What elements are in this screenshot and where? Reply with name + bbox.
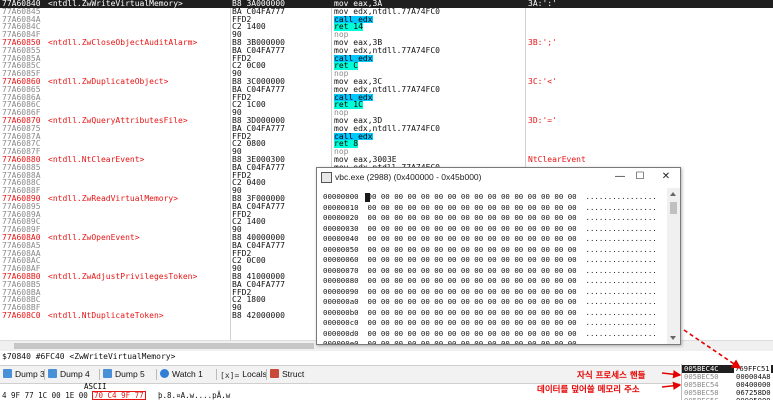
locals-icon: [x]=	[220, 371, 240, 380]
hex-row[interactable]: 000000c0 00 00 00 00 00 00 00 00 00 00 0…	[323, 318, 657, 329]
hex-row[interactable]: 000000b0 00 00 00 00 00 00 00 00 00 00 0…	[323, 308, 657, 319]
tab-divider	[44, 369, 45, 380]
dump-ascii-text: þ.8.¤A.w....pÄ.w	[158, 391, 231, 400]
instruction-comment: 3A:':'	[528, 0, 557, 8]
opcode-bytes: B8 42000000	[232, 311, 285, 320]
tab-label: Struct	[282, 369, 305, 379]
tab-struct[interactable]: Struct	[270, 366, 304, 383]
window-titlebar[interactable]: vbc.exe (2988) (0x400000 - 0x45b000) — ☐…	[317, 168, 680, 186]
tab-watch-1[interactable]: Watch 1	[160, 366, 203, 383]
tab-divider	[156, 369, 157, 380]
symbol-label: <ntdll.NtDuplicateToken>	[48, 311, 164, 320]
tab-label: Dump 4	[60, 369, 90, 379]
struct-icon	[270, 369, 279, 378]
instruction-comment: NtClearEvent	[528, 155, 586, 164]
disasm-row[interactable]: 77A60875 BA C04FA777 mov edx,ntdll.77A74FC…	[0, 124, 773, 133]
disasm-row[interactable]: 77A6084C C2 1400 ret 14	[0, 23, 773, 32]
hex-row[interactable]: 00000030 00 00 00 00 00 00 00 00 00 00 0…	[323, 224, 657, 235]
disasm-row[interactable]: 77A6085A FFD2 call edx	[0, 54, 773, 63]
close-button[interactable]: ✕	[660, 171, 672, 183]
stack-address: 005BEC5C	[684, 396, 719, 400]
tab-locals[interactable]: [x]= Locals	[220, 366, 267, 383]
tab-label: Dump 3	[15, 369, 45, 379]
hex-viewer-window[interactable]: vbc.exe (2988) (0x400000 - 0x45b000) — ☐…	[316, 167, 681, 345]
instruction-comment: 3D:'='	[528, 116, 557, 125]
symbol-label: <ntdll.ZwCloseObjectAuditAlarm>	[48, 38, 198, 47]
hex-row[interactable]: 00000070 00 00 00 00 00 00 00 00 00 00 0…	[323, 266, 657, 277]
dump-icon	[103, 369, 112, 378]
app-icon	[321, 172, 332, 183]
disasm-row[interactable]: 77A6086A FFD2 call edx	[0, 93, 773, 102]
instruction-address: 77A608C0	[2, 311, 41, 320]
watch-icon	[160, 369, 169, 378]
symbol-label: <ntdll.ZwOpenEvent>	[48, 233, 140, 242]
dump-header: ASCII	[0, 383, 300, 391]
symbol-label: <ntdll.ZwDuplicateObject>	[48, 77, 169, 86]
tab-dump-4[interactable]: Dump 4	[48, 366, 90, 383]
hex-row[interactable]: 00000020 00 00 00 00 00 00 00 00 00 00 0…	[323, 213, 657, 224]
hex-row[interactable]: 000000e0 00 00 00 00 00 00 00 00 00 00 0…	[323, 339, 657, 344]
tab-divider	[99, 369, 100, 380]
disasm-row[interactable]: 77A6086C C2 1C00 ret 1C	[0, 101, 773, 110]
window-title: vbc.exe (2988) (0x400000 - 0x45b000)	[335, 172, 482, 182]
dump-bytes-text: 4 9F 77 1C 00 1E 00	[2, 391, 88, 400]
hex-row[interactable]: 00000010 00 00 00 00 00 00 00 00 00 00 0…	[323, 203, 657, 214]
dump-highlighted-bytes: 70 C4 9F 77	[92, 391, 146, 400]
tab-dump-3[interactable]: Dump 3	[3, 366, 45, 383]
tab-label: Dump 5	[115, 369, 145, 379]
address-info-line: $70840 #6FC40 <ZwWriteVirtualMemory>	[2, 352, 176, 361]
hex-row[interactable]: 00000090 00 00 00 00 00 00 00 00 00 00 0…	[323, 287, 657, 298]
symbol-label: <ntdll.ZwWriteVirtualMemory>	[48, 0, 183, 8]
instruction-comment: 3B:';'	[528, 38, 557, 47]
disasm-row[interactable]: 77A6085C C2 0C00 ret C	[0, 62, 773, 71]
hex-dump-area[interactable]: 00000000 00 00 00 00 00 00 00 00 00 00 0…	[317, 188, 665, 344]
disasm-row[interactable]: 77A60845 BA C04FA777 mov edx,ntdll.77A74FC…	[0, 7, 773, 16]
scrollbar-thumb[interactable]	[670, 202, 677, 214]
stack-panel[interactable]: 005BEC4C 769FFC51 005BEC50 000004A8 005BEC54…	[681, 364, 773, 400]
hex-row[interactable]: 000000d0 00 00 00 00 00 00 00 00 00 00 0…	[323, 329, 657, 340]
disasm-row[interactable]: 77A60855 BA C04FA777 mov edx,ntdll.77A74FC…	[0, 46, 773, 55]
scrollbar-thumb[interactable]	[14, 343, 314, 349]
tab-label: Watch 1	[172, 369, 203, 379]
dump-icon	[3, 369, 12, 378]
ascii-column-header: ASCII	[84, 382, 107, 391]
address-arrow	[661, 381, 682, 390]
dump-icon	[48, 369, 57, 378]
tab-label: Locals	[242, 369, 267, 379]
hex-vertical-scrollbar[interactable]	[667, 188, 680, 344]
disasm-row[interactable]: 77A60865 BA C04FA777 mov edx,ntdll.77A74FC…	[0, 85, 773, 94]
annotation-child-process-handle: 자식 프로세스 핸들	[577, 371, 646, 381]
tab-divider	[216, 369, 217, 380]
disasm-row[interactable]: 77A6084A FFD2 call edx	[0, 15, 773, 24]
maximize-button[interactable]: ☐	[634, 171, 646, 183]
symbol-label: <ntdll.NtClearEvent>	[48, 155, 145, 164]
minimize-button[interactable]: —	[614, 171, 626, 183]
dump-row[interactable]: 4 9F 77 1C 00 1E 00 70 C4 9F 77 þ.8.¤A.w…	[0, 391, 300, 400]
hex-row[interactable]: 00000060 00 00 00 00 00 00 00 00 00 00 0…	[323, 255, 657, 266]
symbol-label: <ntdll.ZwAdjustPrivilegesToken>	[48, 272, 198, 281]
disasm-row[interactable]: 77A6087C C2 0800 ret 8	[0, 140, 773, 149]
hex-row[interactable]: 000000a0 00 00 00 00 00 00 00 00 00 00 0…	[323, 297, 657, 308]
hex-row[interactable]: 00000050 00 00 00 00 00 00 00 00 00 00 0…	[323, 245, 657, 256]
hex-row[interactable]: 00000080 00 00 00 00 00 00 00 00 00 00 0…	[323, 276, 657, 287]
scroll-down-arrow-icon[interactable]	[670, 336, 676, 340]
symbol-label: <ntdll.ZwReadVirtualMemory>	[48, 194, 179, 203]
annotation-overwrite-memory-address: 데이터를 덮어쓸 메모리 주소	[537, 385, 640, 395]
tab-dump-5[interactable]: Dump 5	[103, 366, 145, 383]
text-cursor	[365, 193, 370, 202]
tab-divider	[266, 369, 267, 380]
instruction-comment: 3C:'<'	[528, 77, 557, 86]
scroll-up-arrow-icon[interactable]	[670, 192, 676, 196]
hex-row[interactable]: 00000040 00 00 00 00 00 00 00 00 00 00 0…	[323, 234, 657, 245]
symbol-label: <ntdll.ZwQueryAttributesFile>	[48, 116, 188, 125]
hex-row[interactable]: 00000000 00 00 00 00 00 00 00 00 00 00 0…	[323, 192, 657, 203]
disasm-row[interactable]: 77A6087A FFD2 call edx	[0, 132, 773, 141]
